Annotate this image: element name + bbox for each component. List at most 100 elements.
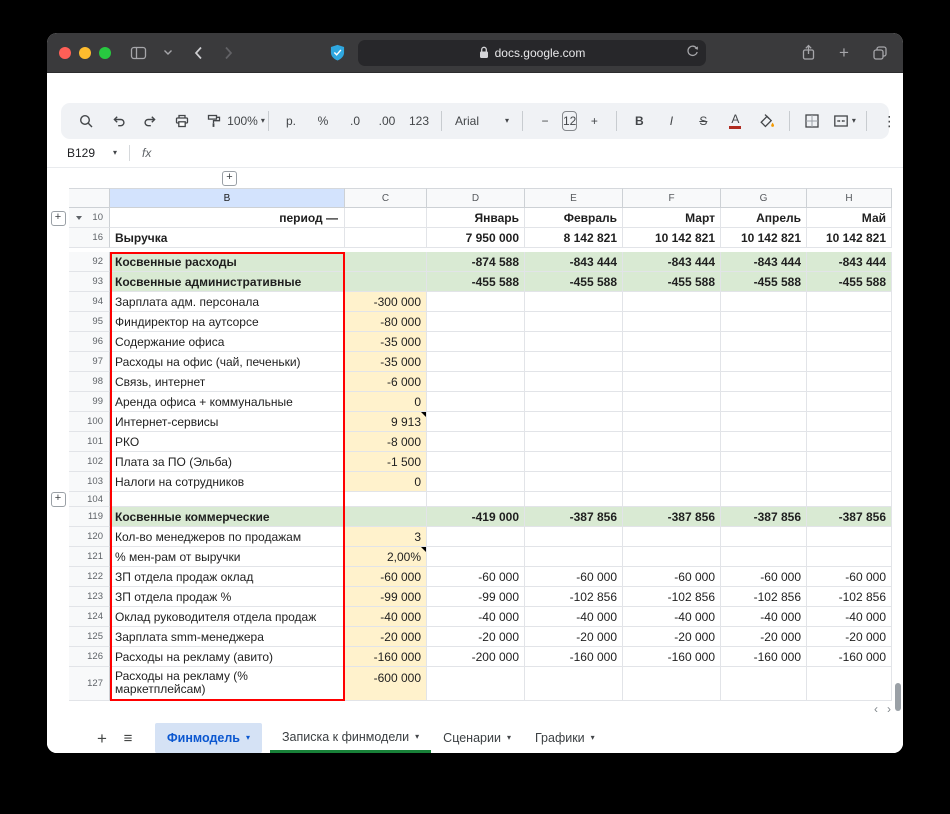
column-header-E[interactable]: E [525,188,623,208]
column-header-G[interactable]: G [721,188,807,208]
cell-E119[interactable]: -387 856 [525,507,623,527]
cell-H123[interactable]: -102 856 [807,587,892,607]
search-icon[interactable] [71,108,101,134]
cell-E98[interactable] [525,372,623,392]
more-formats-button[interactable]: 123 [404,108,434,134]
decrease-decimal-button[interactable]: .0 [340,108,370,134]
cell-H120[interactable] [807,527,892,547]
cell-C121[interactable]: 2,00% [345,547,427,567]
cell-H97[interactable] [807,352,892,372]
row-group-expand-button[interactable]: + [50,492,66,507]
cell-H127[interactable] [807,667,892,701]
cell-F103[interactable] [623,472,721,492]
new-tab-button[interactable]: + [833,42,855,64]
cell-G119[interactable]: -387 856 [721,507,807,527]
cell-H122[interactable]: -60 000 [807,567,892,587]
cell-G120[interactable] [721,527,807,547]
cell-D121[interactable] [427,547,525,567]
cell-C98[interactable]: -6 000 [345,372,427,392]
sheet-tab-finmodel[interactable]: Финмодель ▾ [155,723,262,753]
cell-F104[interactable] [623,492,721,507]
cell-H101[interactable] [807,432,892,452]
cell-B120[interactable]: Кол-во менеджеров по продажам [110,527,345,547]
cell-C16[interactable] [345,228,427,248]
cell-D10[interactable]: Январь [427,208,525,228]
cell-E104[interactable] [525,492,623,507]
row-header-124[interactable]: 124 [69,607,110,627]
cell-E121[interactable] [525,547,623,567]
font-select[interactable]: Arial ▾ [449,108,515,134]
cell-D95[interactable] [427,312,525,332]
cell-G127[interactable] [721,667,807,701]
cell-H99[interactable] [807,392,892,412]
cell-D98[interactable] [427,372,525,392]
row-header-126[interactable]: 126 [69,647,110,667]
cell-H102[interactable] [807,452,892,472]
cell-G16[interactable]: 10 142 821 [721,228,807,248]
cell-B92[interactable]: Косвенные расходы [110,252,345,272]
cell-E94[interactable] [525,292,623,312]
column-header-F[interactable]: F [623,188,721,208]
row-header-96[interactable]: 96 [69,332,110,352]
tab-group-chevron-icon[interactable] [157,42,179,64]
cell-E122[interactable]: -60 000 [525,567,623,587]
cell-E96[interactable] [525,332,623,352]
cell-B100[interactable]: Интернет-сервисы [110,412,345,432]
cell-E102[interactable] [525,452,623,472]
column-header-C[interactable]: C [345,188,427,208]
cell-H95[interactable] [807,312,892,332]
cell-D92[interactable]: -874 588 [427,252,525,272]
row-header-95[interactable]: 95 [69,312,110,332]
cell-C124[interactable]: -40 000 [345,607,427,627]
cell-C103[interactable]: 0 [345,472,427,492]
column-header-H[interactable]: H [807,188,892,208]
cell-D97[interactable] [427,352,525,372]
cell-D16[interactable]: 7 950 000 [427,228,525,248]
cell-G122[interactable]: -60 000 [721,567,807,587]
cell-B103[interactable]: Налоги на сотрудников [110,472,345,492]
percent-format-button[interactable]: % [308,108,338,134]
all-sheets-menu-icon[interactable]: ≡ [115,725,141,751]
cell-C102[interactable]: -1 500 [345,452,427,472]
cell-B16[interactable]: Выручка [110,228,345,248]
cell-D93[interactable]: -455 588 [427,272,525,292]
cell-B101[interactable]: РКО [110,432,345,452]
cell-E126[interactable]: -160 000 [525,647,623,667]
zoom-select[interactable]: 100% ▾ [227,108,265,134]
cell-F98[interactable] [623,372,721,392]
cell-G126[interactable]: -160 000 [721,647,807,667]
cell-G121[interactable] [721,547,807,567]
cell-F95[interactable] [623,312,721,332]
cell-C125[interactable]: -20 000 [345,627,427,647]
sidebar-toggle-icon[interactable] [127,42,149,64]
cell-B93[interactable]: Косвенные административные [110,272,345,292]
cell-G104[interactable] [721,492,807,507]
cell-H125[interactable]: -20 000 [807,627,892,647]
tab-overview-icon[interactable] [869,42,891,64]
row-header-92[interactable]: 92 [69,252,110,272]
cell-F94[interactable] [623,292,721,312]
row-header-99[interactable]: 99 [69,392,110,412]
cell-F92[interactable]: -843 444 [623,252,721,272]
cell-F120[interactable] [623,527,721,547]
cell-G10[interactable]: Апрель [721,208,807,228]
cell-C10[interactable] [345,208,427,228]
cell-H10[interactable]: Май [807,208,892,228]
back-button[interactable] [187,42,209,64]
cell-F126[interactable]: -160 000 [623,647,721,667]
cell-G92[interactable]: -843 444 [721,252,807,272]
cell-E123[interactable]: -102 856 [525,587,623,607]
cell-B98[interactable]: Связь, интернет [110,372,345,392]
cell-E103[interactable] [525,472,623,492]
cell-D126[interactable]: -200 000 [427,647,525,667]
cell-F99[interactable] [623,392,721,412]
cell-G99[interactable] [721,392,807,412]
row-header-97[interactable]: 97 [69,352,110,372]
print-icon[interactable] [167,108,197,134]
forward-button[interactable] [217,42,239,64]
decrease-font-size-button[interactable]: − [530,108,560,134]
cell-H100[interactable] [807,412,892,432]
bold-button[interactable]: B [624,108,654,134]
undo-icon[interactable] [103,108,133,134]
cell-C127[interactable]: -600 000 [345,667,427,701]
